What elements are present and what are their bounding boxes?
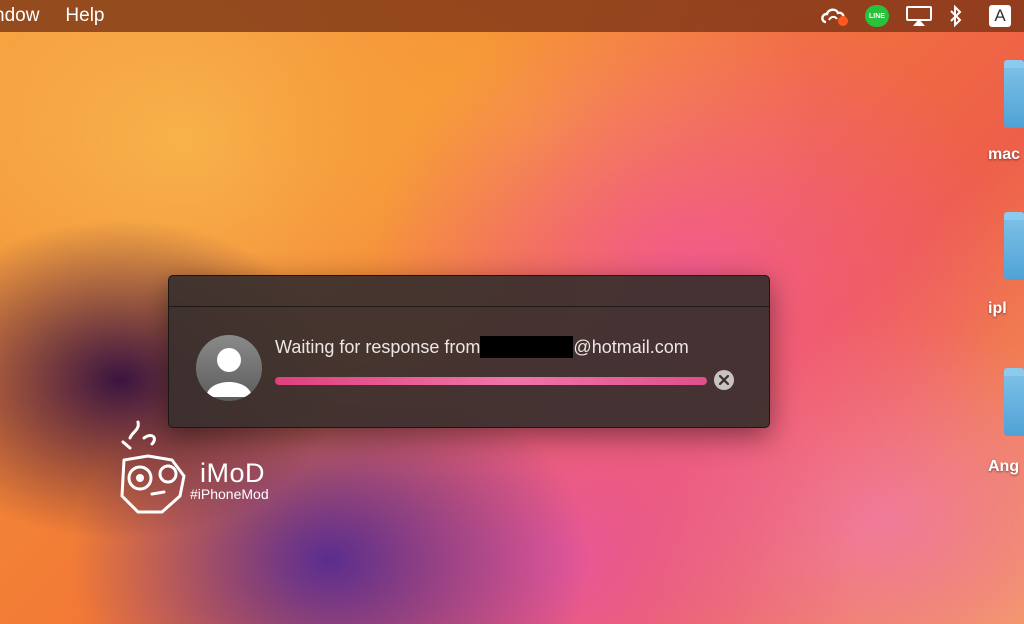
input-source-label: A xyxy=(989,5,1011,27)
watermark: iMoD #iPhoneMod xyxy=(118,420,269,521)
watermark-subtitle: #iPhoneMod xyxy=(190,486,269,502)
status-message-suffix: @hotmail.com xyxy=(573,337,689,357)
desktop-item-label: Ang xyxy=(988,458,1020,475)
progress-bar-fill xyxy=(275,377,707,385)
user-avatar-icon xyxy=(196,335,262,401)
menu-window[interactable]: ndow xyxy=(0,0,39,32)
dialog-titlebar xyxy=(169,276,769,307)
watermark-title: iMoD xyxy=(200,458,266,488)
creative-cloud-icon[interactable] xyxy=(818,0,852,32)
line-icon-label: LINE xyxy=(865,5,889,27)
menu-bar: ndow Help LINE A xyxy=(0,0,1024,32)
menu-bar-status-area: LINE A xyxy=(818,0,1024,32)
menu-help[interactable]: Help xyxy=(65,0,104,32)
bluetooth-icon[interactable] xyxy=(946,0,966,32)
desktop-item-label: mac xyxy=(988,146,1021,163)
status-message: Waiting for response from @hotmail.com xyxy=(275,336,689,358)
input-source-icon[interactable]: A xyxy=(988,0,1012,32)
imod-logo-icon xyxy=(120,420,186,514)
redacted-email xyxy=(480,336,574,358)
folder-icon xyxy=(1004,368,1024,436)
line-app-icon[interactable]: LINE xyxy=(862,0,892,32)
airplay-icon[interactable] xyxy=(904,0,934,32)
progress-bar xyxy=(275,377,707,385)
desktop-item-label: ipl xyxy=(988,300,1007,317)
menu-bar-left: ndow Help xyxy=(0,0,105,32)
folder-icon xyxy=(1004,212,1024,280)
sending-dialog: Waiting for response from @hotmail.com xyxy=(168,275,770,428)
close-icon xyxy=(719,375,729,385)
folder-icon xyxy=(1004,60,1024,128)
cancel-button[interactable] xyxy=(714,370,734,390)
status-message-prefix: Waiting for response from xyxy=(275,337,481,357)
